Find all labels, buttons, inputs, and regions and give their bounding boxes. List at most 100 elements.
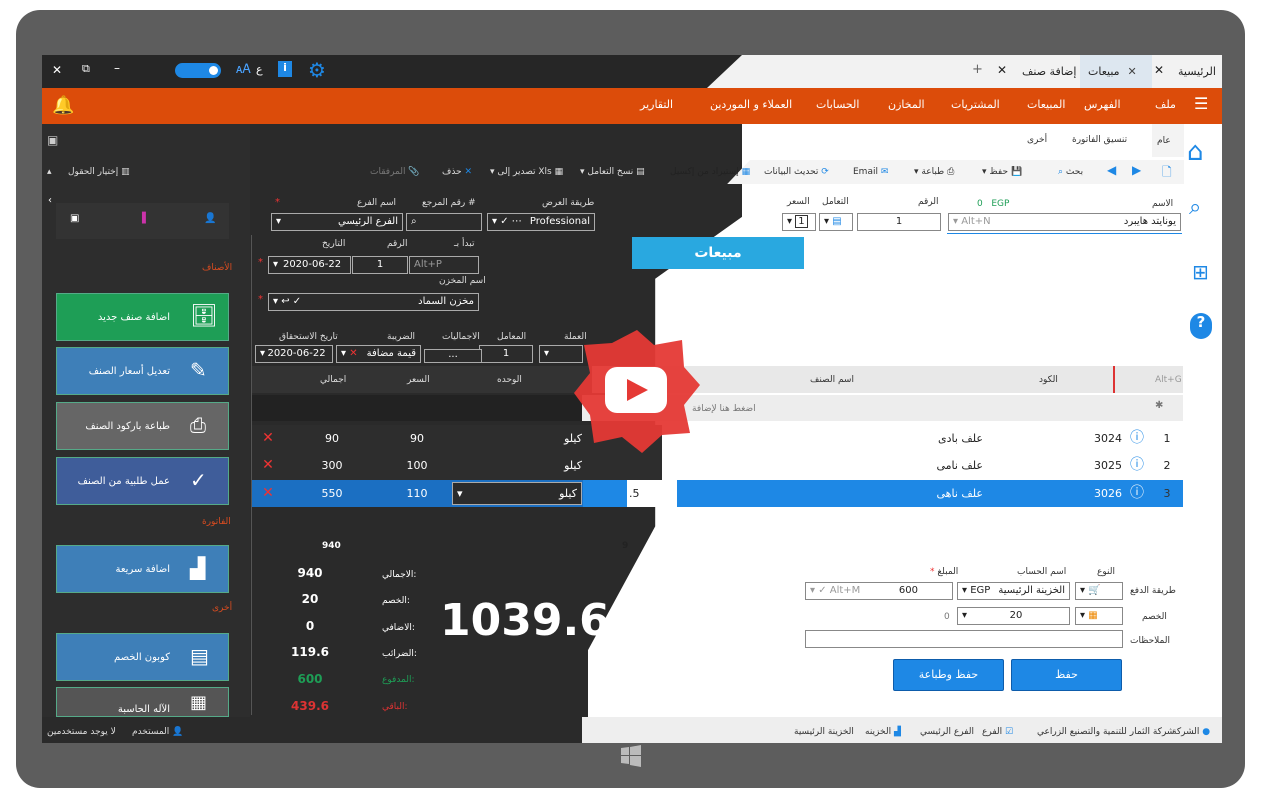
info-icon[interactable]: ⓘ [1127, 452, 1147, 479]
close-tab-icon[interactable]: ✕ [1154, 63, 1164, 77]
unit-select[interactable]: ▾ كيلو [452, 482, 582, 505]
payment-type-select[interactable]: ▾ 🛒 [1075, 582, 1123, 600]
branch-select[interactable]: ▾ الفرع الرئيسي [271, 213, 403, 231]
delete-row-icon[interactable]: ✕ [258, 452, 278, 479]
chart-tab-icon[interactable]: ▐ [138, 213, 146, 224]
print-barcode-button[interactable]: طباعة باركود الصنف ⎙ [56, 402, 229, 450]
calculator-button[interactable]: الآله الحاسبة ▦ [56, 687, 229, 717]
layout-icon[interactable]: ▣ [47, 133, 58, 147]
quantity-editor[interactable]: .5 [627, 480, 677, 507]
menu-catalog[interactable]: الفهرس [1084, 98, 1121, 111]
tax-select[interactable]: ▾ ✕ قيمة مضافة [336, 345, 421, 363]
print-button[interactable]: ▾ طباعة ⎙ [914, 167, 954, 177]
save-button[interactable]: ▾ حفظ 💾 [982, 167, 1022, 177]
close-window-icon[interactable]: ✕ [52, 63, 62, 77]
starts-with-label: تبدأ بـ [454, 239, 475, 249]
theme-toggle[interactable] [175, 63, 221, 78]
info-icon[interactable]: ⓘ [1127, 425, 1147, 452]
search-button[interactable]: ⌕ بحث [1058, 167, 1083, 177]
store-select[interactable]: ▾ ↩ ✓ مخزن السماد [268, 293, 479, 311]
table-row[interactable]: 1 ⓘ 3024 علف بادى كيلو 90 90 ✕ [252, 425, 1183, 452]
home-icon[interactable]: ⌂ [1187, 137, 1204, 167]
choose-fields-button[interactable]: إختيار الحقول ▥ [68, 167, 130, 177]
column-header-unit[interactable]: الوحده [497, 375, 522, 385]
column-header-price[interactable]: السعر [407, 375, 430, 385]
close-tab-icon[interactable]: ✕ [997, 63, 1007, 77]
column-header-total[interactable]: اجمالي [320, 375, 346, 385]
minimize-window-icon[interactable]: – [114, 61, 120, 75]
new-tab-button[interactable]: + [972, 62, 983, 77]
tab-home[interactable]: الرئيسية [1170, 55, 1222, 88]
menu-stores[interactable]: المخازن [888, 98, 925, 111]
discount-type-select[interactable]: ▾ ▦ [1075, 607, 1123, 625]
export-xls-button[interactable]: ▾ تصدير إلى Xls ▦ [490, 167, 563, 177]
add-item-button[interactable]: اضافة صنف جديد 🗄 [56, 293, 229, 341]
edit-prices-button[interactable]: تعديل أسعار الصنف ✎ [56, 347, 229, 395]
reference-number-field[interactable]: ⌕ [406, 213, 482, 231]
starts-with-field[interactable]: Alt+P [409, 256, 479, 274]
number-field-2[interactable]: 1 [352, 256, 408, 274]
discount-coupon-button[interactable]: كوبون الخصم ▤ [56, 633, 229, 681]
next-record-icon[interactable]: ▶ [1132, 163, 1141, 177]
account-select[interactable]: ▾ EGP الخزينة الرئيسية [957, 582, 1070, 600]
menu-accounts[interactable]: الحسابات [816, 98, 859, 111]
windows-home-icon[interactable] [620, 745, 642, 767]
new-document-icon[interactable]: 🗋 [1162, 163, 1172, 184]
column-header-name[interactable]: اسم الصنف [810, 375, 854, 385]
display-mode-select[interactable]: ▾ ✓ ⋯ Professional [487, 213, 595, 231]
amount-field[interactable]: ▾ ✓ Alt+M 600 [805, 582, 953, 600]
quick-add-button[interactable]: اضافة سريعة ▟ [56, 545, 229, 593]
refresh-data-button[interactable]: تحديث البيانات ⟳ [764, 167, 829, 177]
delete-row-icon[interactable]: ✕ [258, 425, 278, 452]
attachments-button[interactable]: المرفقات 📎 [370, 167, 420, 177]
date-field[interactable]: ▾ 2020-06-22 [268, 256, 351, 274]
save-print-button[interactable]: حفظ وطباعة [893, 659, 1004, 691]
price-select[interactable]: ▾ 1 [782, 213, 816, 231]
save-payment-button[interactable]: حفظ [1011, 659, 1122, 691]
info-icon[interactable]: i [278, 61, 292, 77]
notification-bell-icon[interactable]: 🔔 [52, 95, 74, 116]
table-row-selected[interactable]: 3 ⓘ 3026 علف ناهى .5 ▾ كيلو 110 550 ✕ [252, 480, 1183, 507]
search-icon[interactable]: ⌕ [1189, 195, 1201, 220]
windows-icon[interactable]: ⊞ [1192, 260, 1209, 284]
number-field[interactable]: 1 [857, 213, 941, 231]
menu-sales[interactable]: المبيعات [1027, 98, 1065, 111]
help-icon[interactable]: ? [1190, 313, 1212, 339]
tab-general[interactable]: عام [1152, 124, 1184, 157]
collapse-left-icon[interactable]: ‹ [48, 195, 52, 206]
tab-sales[interactable]: مبيعات ✕ [1080, 55, 1152, 88]
discount-field[interactable]: ▾ 20 [957, 607, 1070, 625]
delete-row-icon[interactable]: ✕ [258, 480, 278, 507]
table-row[interactable]: 2 ⓘ 3025 علف نامى كيلو 100 300 ✕ [252, 452, 1183, 479]
dealing-select[interactable]: ▾ ▤ [819, 213, 853, 231]
tab-invoice-format[interactable]: تنسيق الفاتورة [1072, 135, 1127, 145]
factor-field[interactable]: 1 [479, 345, 533, 363]
delete-button[interactable]: حذف ✕ [442, 167, 472, 177]
copy-dealing-button[interactable]: ▾ نسخ التعامل ▤ [580, 167, 645, 177]
settings-gear-icon[interactable]: ⚙ [308, 58, 326, 82]
hamburger-menu-icon[interactable]: ☰ [1194, 94, 1208, 113]
translate-icon[interactable]: 🗚 [236, 62, 251, 77]
video-play-overlay[interactable] [572, 325, 702, 455]
due-date-field[interactable]: ▾ 2020-06-22 [255, 345, 333, 363]
tab-add-item[interactable]: إضافة صنف [1014, 55, 1084, 88]
menu-customers-suppliers[interactable]: العملاء و الموردين [710, 98, 792, 111]
tab-other[interactable]: أخرى [1027, 135, 1047, 145]
collapse-up-icon[interactable]: ▴ [47, 167, 52, 177]
menu-purchases[interactable]: المشتريات [951, 98, 1000, 111]
column-header-code[interactable]: الكود [1039, 375, 1058, 385]
prev-record-icon[interactable]: ◀ [1107, 163, 1116, 177]
notes-field[interactable] [805, 630, 1123, 648]
customer-name-field[interactable]: ▾ Alt+N يونايتد هايبرد [948, 213, 1181, 231]
import-excel-button[interactable]: إستيراد من إكسيل ▦ [670, 167, 750, 177]
language-label[interactable]: ع [256, 63, 263, 76]
email-button[interactable]: Email ✉ [853, 167, 888, 177]
user-tab-icon[interactable]: 👤 [204, 213, 216, 224]
info-icon[interactable]: ⓘ [1127, 480, 1147, 507]
menu-reports[interactable]: التقارير [640, 98, 673, 111]
menu-file[interactable]: ملف [1155, 98, 1176, 111]
restore-window-icon[interactable]: ⧉ [82, 62, 90, 76]
totals-field[interactable]: ... [424, 349, 482, 363]
make-order-button[interactable]: عمل طلبية من الصنف ✓ [56, 457, 229, 505]
window-tab-icon[interactable]: ▣ [70, 213, 79, 224]
